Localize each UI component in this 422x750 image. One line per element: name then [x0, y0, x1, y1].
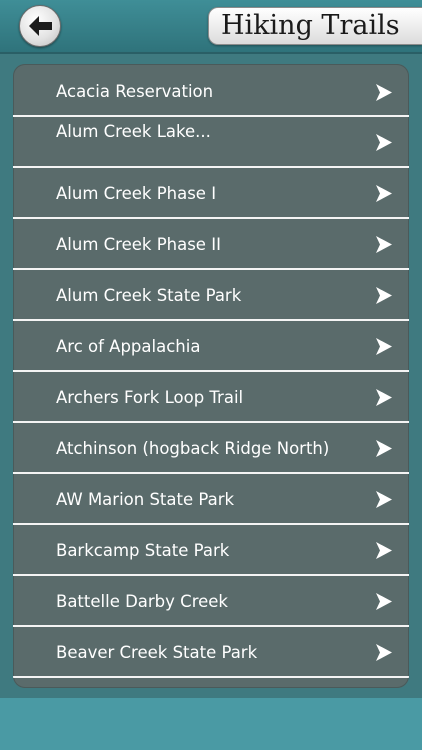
chevron-right-icon [376, 185, 392, 202]
app-screen: Hiking Trails Acacia Reservation Alum Cr… [0, 0, 422, 750]
chevron-right-icon [376, 134, 392, 151]
list-item-label: Battelle Darby Creek [56, 592, 228, 611]
chevron-right-icon [376, 287, 392, 304]
list-item[interactable]: Alum Creek Phase I [13, 168, 409, 219]
title-badge: Hiking Trails [208, 7, 422, 45]
chevron-right-icon [376, 491, 392, 508]
chevron-right-icon [376, 593, 392, 610]
chevron-right-icon [376, 236, 392, 253]
list-item-label: Acacia Reservation [56, 82, 214, 101]
back-arrow-icon [29, 16, 52, 36]
list-item[interactable]: Barkcamp State Park [13, 525, 409, 576]
page-title: Hiking Trails [221, 10, 400, 41]
chevron-right-icon [376, 338, 392, 355]
list-item[interactable]: AW Marion State Park [13, 474, 409, 525]
chevron-right-icon [376, 440, 392, 457]
list-item-label: Atchinson (hogback Ridge North) [56, 439, 330, 458]
list-item-label: Alum Creek State Park [56, 286, 242, 305]
list-item-label: Alum Creek Phase II [56, 235, 221, 254]
list-item-label: Beaver Creek State Park [56, 643, 258, 662]
list-item-label: Barkcamp State Park [56, 541, 230, 560]
list-item[interactable]: Acacia Reservation [13, 66, 409, 117]
list-item[interactable]: Arc of Appalachia [13, 321, 409, 372]
list-item[interactable]: Alum Creek Phase II [13, 219, 409, 270]
chevron-right-icon [376, 542, 392, 559]
trail-list: Acacia Reservation Alum Creek Lake... Al… [13, 64, 409, 688]
list-item-label: Alum Creek Phase I [56, 184, 217, 203]
list-item[interactable]: Alum Creek Lake... [13, 117, 409, 168]
list-item-label: Archers Fork Loop Trail [56, 388, 244, 407]
chevron-right-icon [376, 389, 392, 406]
list-item[interactable]: Alum Creek State Park [13, 270, 409, 321]
list-item-label: Alum Creek Lake... [56, 122, 211, 141]
list-item[interactable]: Battelle Darby Creek [13, 576, 409, 627]
header-bar: Hiking Trails [0, 0, 422, 54]
list-item-label: Arc of Appalachia [56, 337, 201, 356]
list-item-label: AW Marion State Park [56, 490, 235, 509]
back-button[interactable] [19, 5, 61, 47]
chevron-right-icon [376, 644, 392, 661]
chevron-right-icon [376, 84, 392, 101]
list-item[interactable]: Atchinson (hogback Ridge North) [13, 423, 409, 474]
list-item[interactable]: Beaver Creek State Park [13, 627, 409, 678]
bottom-bar [0, 698, 422, 750]
list-item[interactable]: Archers Fork Loop Trail [13, 372, 409, 423]
